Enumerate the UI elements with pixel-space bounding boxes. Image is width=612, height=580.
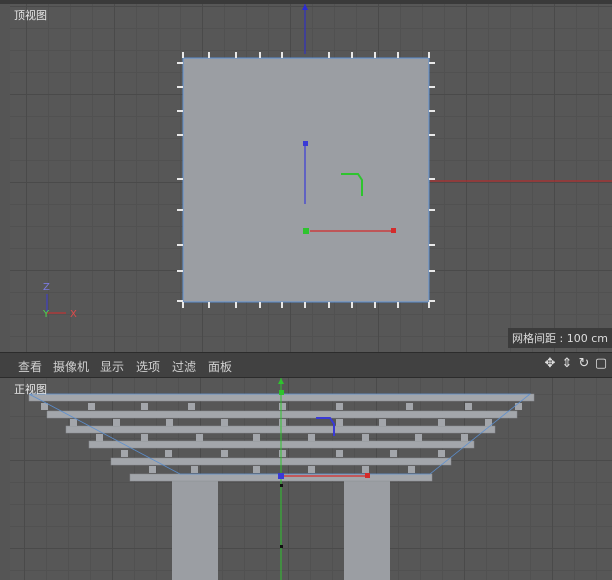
front-viewport-scene <box>28 378 535 580</box>
right-pillar[interactable] <box>344 479 390 580</box>
menu-panel[interactable]: 面板 <box>208 358 232 375</box>
gizmo-y-handle[interactable] <box>303 228 309 234</box>
grid-spacing-readout: 网格间距 : 100 cm <box>508 328 612 348</box>
viewport-nav-icons: ✥ ⇕ ↻ ▢ <box>543 356 608 372</box>
left-edge-strip-bottom <box>0 378 10 580</box>
plane-left-edge-handles[interactable] <box>177 62 183 302</box>
top-viewport[interactable]: Z Y X 顶视图 网格间距 : 100 cm <box>10 4 612 352</box>
gizmo-x-handle[interactable] <box>391 228 396 233</box>
plane-object[interactable] <box>182 57 430 303</box>
zoom-view-icon[interactable]: ⇕ <box>560 356 574 372</box>
top-view-label[interactable]: 顶视图 <box>14 7 47 23</box>
front-pivot-point-1 <box>280 484 283 487</box>
viewport-menu-bar: 查看 摄像机 显示 选项 过滤 面板 ✥ ⇕ ↻ ▢ <box>0 352 612 378</box>
left-edge-strip-top <box>0 4 10 352</box>
front-pivot-point-2 <box>280 545 283 548</box>
rotate-view-icon[interactable]: ↻ <box>577 356 591 372</box>
front-gizmo-z-handle[interactable] <box>278 473 284 479</box>
front-gizmo-x-handle[interactable] <box>365 473 370 478</box>
left-pillar[interactable] <box>172 479 218 580</box>
front-viewport[interactable]: 正视图 <box>10 378 612 580</box>
world-z-axis-arrow <box>302 4 308 10</box>
menu-camera[interactable]: 摄像机 <box>53 358 89 375</box>
move-view-icon[interactable]: ✥ <box>543 356 557 372</box>
menu-display[interactable]: 显示 <box>100 358 124 375</box>
plane-right-edge-handles[interactable] <box>429 62 435 302</box>
front-gizmo-y-arrow[interactable] <box>278 378 284 384</box>
maximize-view-icon[interactable]: ▢ <box>594 356 608 372</box>
top-viewport-scene: Z Y X <box>42 4 612 320</box>
plane-bottom-edge-handles[interactable] <box>182 302 430 308</box>
menu-filter[interactable]: 过滤 <box>172 358 196 375</box>
plane-top-edge-handles[interactable] <box>182 52 430 58</box>
menu-view[interactable]: 查看 <box>18 358 42 375</box>
front-gizmo-y-handle[interactable] <box>279 390 284 395</box>
front-view-label[interactable]: 正视图 <box>14 381 47 397</box>
gizmo-z-handle[interactable] <box>303 141 308 146</box>
menu-options[interactable]: 选项 <box>136 358 160 375</box>
axis-indicator-y-label: Y <box>42 309 50 320</box>
axis-indicator-x-label: X <box>70 309 77 320</box>
axis-indicator-z-label: Z <box>43 282 50 293</box>
